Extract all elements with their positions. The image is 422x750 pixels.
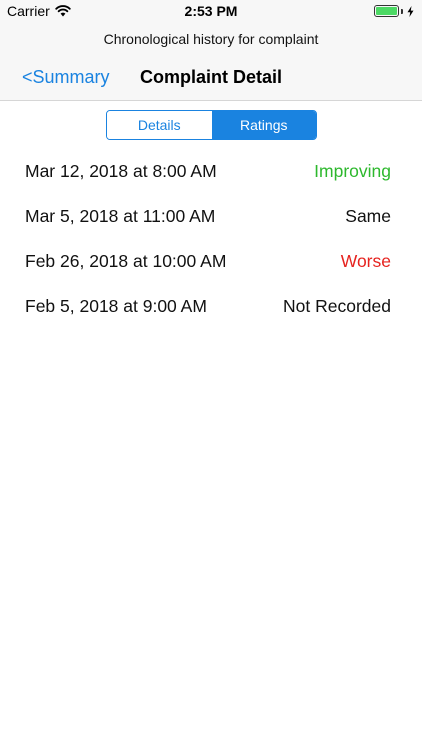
battery-icon (374, 5, 399, 17)
rating-row[interactable]: Feb 26, 2018 at 10:00 AM Worse (0, 239, 422, 284)
page-title: Complaint Detail (139, 67, 282, 87)
clock: 2:53 PM (184, 3, 238, 19)
rating-date: Feb 5, 2018 at 9:00 AM (25, 296, 207, 316)
navigation-bar: Chronological history for complaint <Sum… (0, 22, 422, 101)
rating-date: Mar 5, 2018 at 11:00 AM (25, 206, 216, 226)
rating-value: Same (345, 206, 391, 226)
rating-date: Feb 26, 2018 at 10:00 AM (25, 251, 227, 271)
segment-details[interactable]: Details (107, 111, 212, 139)
ratings-list: Mar 12, 2018 at 8:00 AM Improving Mar 5,… (0, 149, 422, 329)
status-bar: Carrier 2:53 PM (0, 0, 422, 22)
nav-prompt: Chronological history for complaint (103, 31, 319, 47)
battery-tip (401, 8, 403, 14)
segmented-control: Details Ratings (106, 110, 317, 140)
rating-row[interactable]: Mar 12, 2018 at 8:00 AM Improving (0, 149, 422, 194)
segment-ratings[interactable]: Ratings (211, 111, 316, 139)
rating-value: Not Recorded (283, 296, 391, 316)
rating-value: Improving (314, 161, 391, 181)
battery-indicator (374, 5, 414, 17)
rating-row[interactable]: Feb 5, 2018 at 9:00 AM Not Recorded (0, 284, 422, 329)
rating-row[interactable]: Mar 5, 2018 at 11:00 AM Same (0, 194, 422, 239)
rating-date: Mar 12, 2018 at 8:00 AM (25, 161, 217, 181)
charging-icon (407, 5, 414, 17)
rating-value: Worse (340, 251, 391, 271)
battery-level (376, 7, 397, 15)
